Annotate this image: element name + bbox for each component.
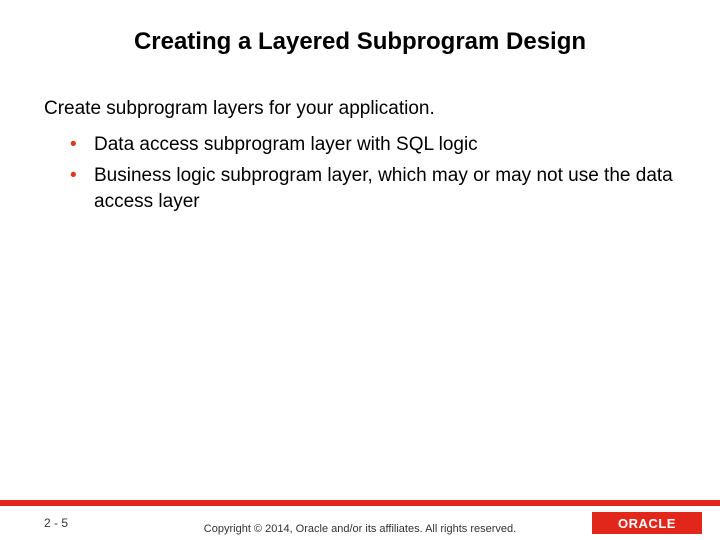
slide-title: Creating a Layered Subprogram Design (0, 0, 720, 56)
lead-text: Create subprogram layers for your applic… (44, 96, 676, 122)
slide: Creating a Layered Subprogram Design Cre… (0, 0, 720, 540)
oracle-logo-text: ORACLE (618, 516, 676, 531)
oracle-logo: ORACLE (592, 512, 702, 534)
slide-content: Create subprogram layers for your applic… (0, 56, 720, 215)
list-item: Business logic subprogram layer, which m… (70, 163, 676, 214)
list-item: Data access subprogram layer with SQL lo… (70, 132, 676, 158)
footer: 2 - 5 Copyright © 2014, Oracle and/or it… (0, 506, 720, 540)
bullet-list: Data access subprogram layer with SQL lo… (44, 132, 676, 215)
